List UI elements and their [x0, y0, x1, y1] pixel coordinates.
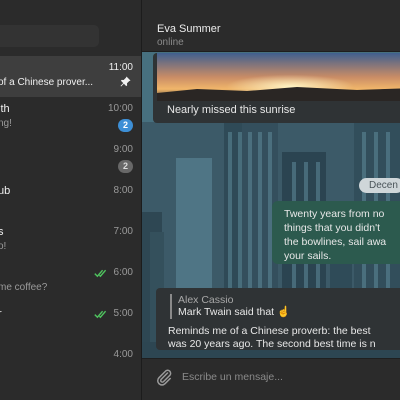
message-text: Twenty years from no things that you did…: [284, 207, 400, 263]
message-line: was 20 years ago. The second best time i…: [168, 338, 376, 350]
chat-preview: of a Chinese prover...: [0, 77, 94, 88]
chat-list-item[interactable]: s 7:00 o!: [0, 220, 141, 261]
chat-title: r: [0, 308, 2, 320]
chat-list-item[interactable]: 6:00 me coffee?: [0, 261, 141, 302]
sunrise-photo[interactable]: [157, 53, 400, 101]
chat-time: 4:00: [113, 349, 133, 360]
chat-list-item[interactable]: 9:00 2: [0, 138, 141, 179]
incoming-message[interactable]: Alex Cassio Mark Twain said that ☝️ Remi…: [156, 288, 400, 350]
message-line: Twenty years from no: [284, 208, 385, 220]
photo-caption: Nearly missed this sunrise: [167, 104, 296, 116]
reply-author: Alex Cassio: [178, 294, 234, 306]
chat-preview: me coffee?: [0, 282, 48, 293]
outgoing-message[interactable]: Twenty years from no things that you did…: [272, 201, 400, 264]
chat-title: s: [0, 226, 4, 238]
message-text: Reminds me of a Chinese proverb: the bes…: [168, 325, 400, 350]
search-input[interactable]: [0, 25, 99, 47]
message-line: Reminds me of a Chinese proverb: the bes…: [168, 325, 371, 337]
chat-list-item[interactable]: 4:00: [0, 343, 141, 384]
double-check-icon: [94, 310, 107, 319]
message-line: your sails.: [284, 250, 332, 262]
chat-time: 10:00: [107, 103, 133, 114]
chat-preview: ng!: [0, 118, 12, 129]
chat-list-item[interactable]: 11:00 of a Chinese prover...: [0, 56, 141, 97]
chat-time: 5:00: [113, 308, 133, 319]
contact-status: online: [157, 37, 184, 48]
date-separator: Decen: [359, 178, 400, 193]
chat-time: 11:00: [108, 62, 133, 73]
chat-list-item[interactable]: r 5:00: [0, 302, 141, 343]
conversation-header[interactable]: Eva Summer online: [142, 0, 400, 52]
chat-time: 6:00: [113, 267, 133, 278]
photo-message[interactable]: Nearly missed this sunrise: [153, 53, 400, 123]
reply-snippet: Mark Twain said that ☝️: [178, 306, 291, 318]
chat-list-item[interactable]: ith 10:00 ng! 2: [0, 97, 141, 138]
unread-badge: 2: [118, 119, 133, 132]
chat-title: ub: [0, 185, 11, 197]
message-area[interactable]: Nearly missed this sunrise Decen Twenty …: [142, 52, 400, 358]
chat-list-sidebar: 11:00 of a Chinese prover... ith 10:00 n…: [0, 0, 142, 400]
chat-time: 9:00: [113, 144, 133, 155]
message-line: things that you didn't: [284, 222, 380, 234]
chat-list-item[interactable]: ub 8:00: [0, 179, 141, 220]
reply-quote[interactable]: Alex Cassio Mark Twain said that ☝️: [170, 294, 290, 319]
chat-time: 7:00: [113, 226, 133, 237]
pin-icon: [120, 76, 131, 87]
paperclip-icon[interactable]: [154, 367, 174, 387]
unread-badge: 2: [118, 160, 133, 173]
message-composer: [142, 358, 400, 400]
message-input[interactable]: [182, 367, 392, 387]
chat-preview: o!: [0, 241, 7, 252]
contact-name: Eva Summer: [157, 23, 221, 35]
double-check-icon: [94, 269, 107, 278]
message-line: the bowlines, sail awa: [284, 236, 387, 248]
chat-time: 8:00: [113, 185, 133, 196]
chat-title: ith: [0, 103, 10, 115]
